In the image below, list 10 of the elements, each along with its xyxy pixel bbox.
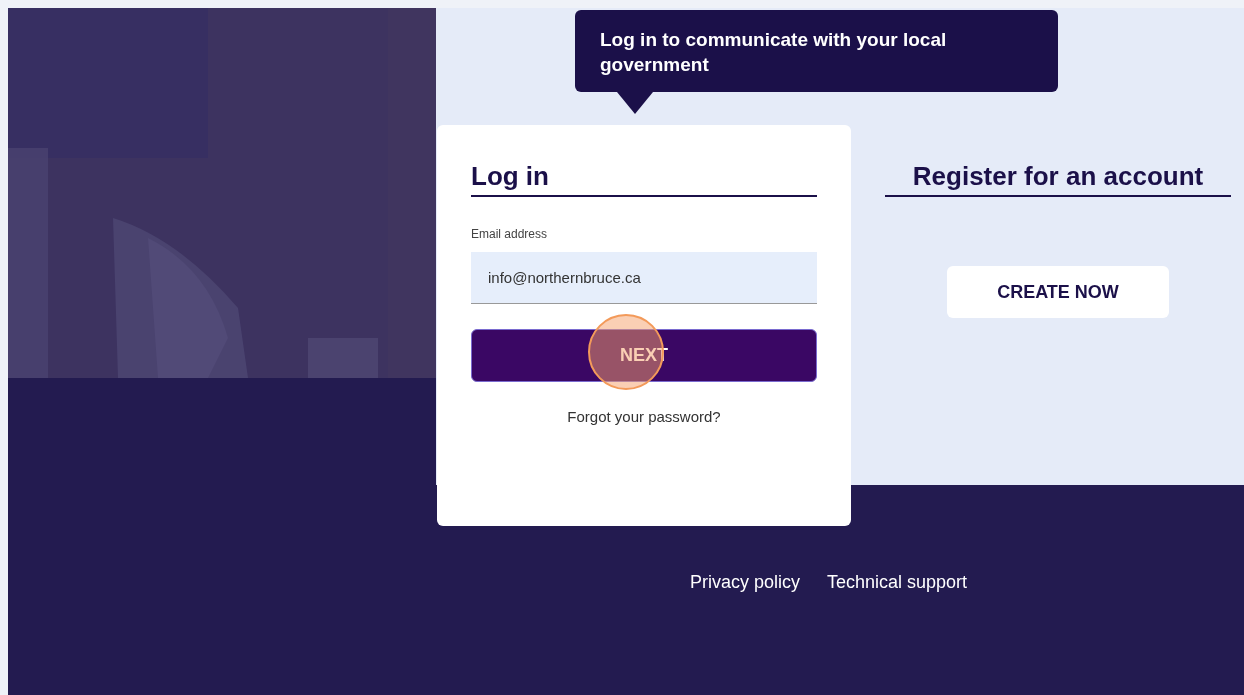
footer-link[interactable]: Technical support: [827, 569, 968, 596]
email-field[interactable]: info@northernbruce.ca: [471, 252, 817, 304]
footer-link[interactable]: Privacy policy: [690, 569, 801, 596]
tooltip-pointer-icon: [617, 92, 653, 114]
email-label: Email address: [471, 226, 549, 243]
forgot-password-link[interactable]: Forgot your password?: [567, 406, 721, 429]
register-title: Register for an account: [885, 161, 1231, 197]
create-now-button[interactable]: CREATE NOW: [947, 266, 1169, 318]
login-title: Log in: [471, 161, 817, 197]
tooltip: Log in to communicate with your local government: [575, 10, 1058, 92]
